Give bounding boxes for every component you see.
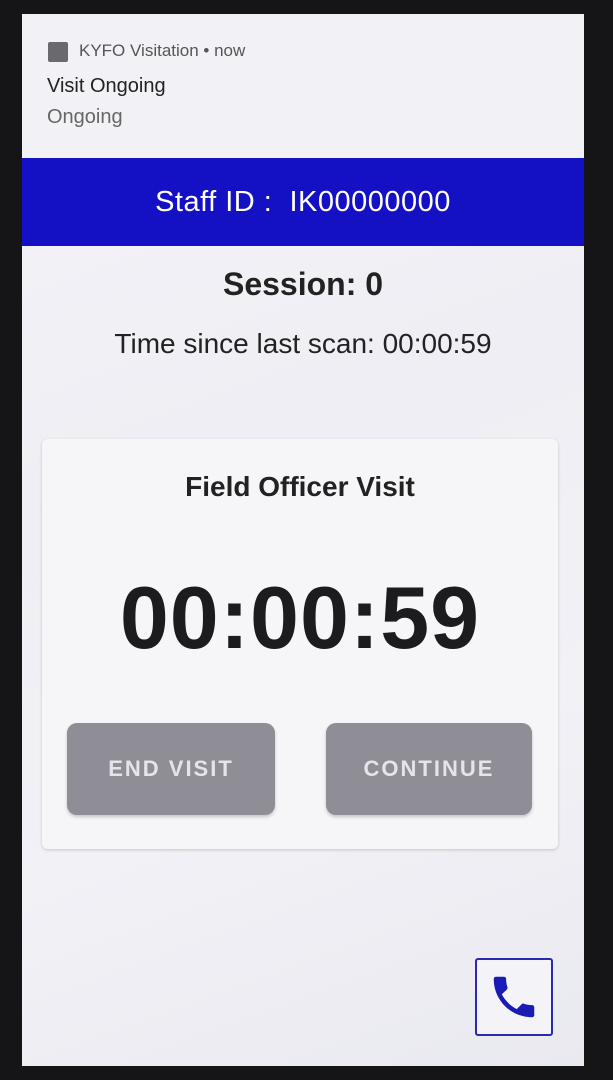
notification[interactable]: KYFO Visitation • now Visit Ongoing Ongo… <box>22 14 584 158</box>
app-icon <box>48 42 68 62</box>
app-screen: KYFO Visitation • now Visit Ongoing Ongo… <box>22 14 584 1066</box>
phone-icon <box>493 976 535 1018</box>
visit-title: Field Officer Visit <box>185 471 415 502</box>
visit-card: Field Officer Visit 00:00:59 END VISIT C… <box>42 439 558 849</box>
device-frame: KYFO Visitation • now Visit Ongoing Ongo… <box>0 0 613 1080</box>
visit-timer: 00:00:59 <box>119 568 481 667</box>
notification-text: Ongoing <box>47 106 123 128</box>
call-button[interactable] <box>475 958 553 1036</box>
notification-header: KYFO Visitation • now <box>79 41 246 60</box>
session-label: Session: 0 <box>222 266 384 302</box>
staff-id-bar: Staff ID : IK00000000 <box>22 158 584 246</box>
end-visit-button[interactable]: END VISIT <box>67 723 275 815</box>
continue-button[interactable]: CONTINUE <box>326 723 532 815</box>
last-scan-label: Time since last scan: 00:00:59 <box>114 328 492 359</box>
staff-id-label: Staff ID : IK00000000 <box>155 185 451 218</box>
notification-title: Visit Ongoing <box>47 75 166 97</box>
